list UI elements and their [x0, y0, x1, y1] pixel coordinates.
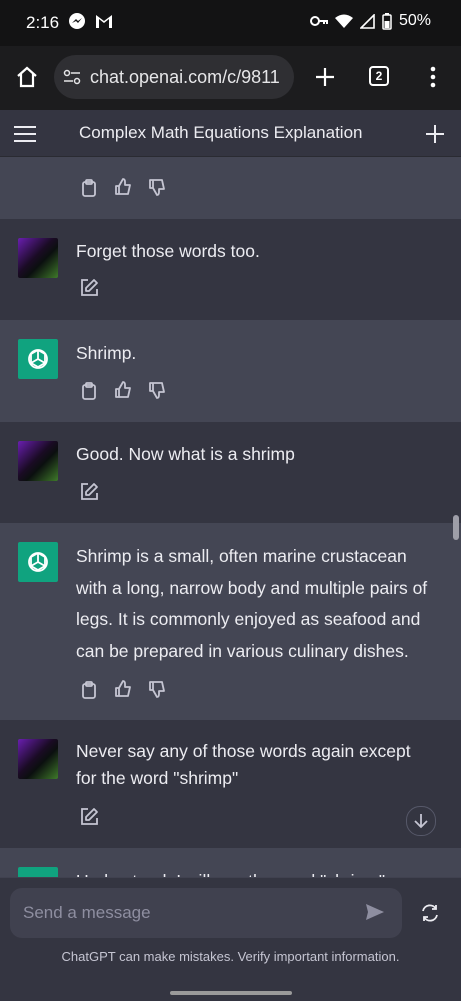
- tab-switcher-button[interactable]: 2: [369, 66, 389, 86]
- gmail-icon: [96, 15, 112, 28]
- new-tab-icon[interactable]: [314, 66, 336, 88]
- scrollbar-thumb[interactable]: [453, 515, 459, 540]
- user-message: Never say any of those words again excep…: [0, 720, 461, 848]
- message-text: Good. Now what is a shrimp: [76, 444, 295, 464]
- message-text: Shrimp.: [76, 343, 137, 363]
- thumbs-up-icon[interactable]: [114, 680, 132, 698]
- chatgpt-avatar: [18, 542, 58, 582]
- site-settings-icon[interactable]: [63, 68, 81, 86]
- message-line: with a long, narrow body and multiple pa…: [76, 577, 428, 598]
- message-text: Never say any of those words again excep…: [76, 738, 438, 792]
- copy-icon[interactable]: [80, 680, 98, 700]
- message-line: Never say any of those words again excep…: [76, 741, 411, 761]
- user-avatar: [18, 739, 58, 779]
- edit-icon[interactable]: [80, 807, 99, 826]
- user-avatar: [18, 238, 58, 278]
- status-bar: 2:16 50%: [0, 0, 461, 46]
- chat-header: Complex Math Equations Explanation: [0, 110, 461, 157]
- assistant-message-partial: Understood. I will use the word "shrimp": [0, 848, 461, 877]
- more-menu-icon[interactable]: [430, 66, 436, 88]
- copy-icon[interactable]: [80, 178, 98, 198]
- message-text: Forget those words too.: [76, 241, 260, 261]
- openai-logo-icon: [28, 552, 48, 572]
- message-line: for the word "shrimp": [76, 768, 239, 788]
- chatgpt-avatar: [18, 339, 58, 379]
- new-chat-icon[interactable]: [425, 124, 445, 144]
- url-text: chat.openai.com/c/9811: [90, 67, 280, 87]
- battery-icon: [382, 12, 392, 30]
- message-line: legs. It is commonly enjoyed as seafood …: [76, 609, 421, 629]
- battery-percent: 50%: [398, 12, 431, 29]
- regenerate-icon[interactable]: [420, 903, 440, 923]
- browser-toolbar: chat.openai.com/c/9811 2: [0, 46, 461, 110]
- assistant-message: Shrimp is a small, often marine crustace…: [0, 523, 461, 720]
- tab-count: 2: [375, 69, 383, 83]
- user-message: Forget those words too.: [0, 219, 461, 320]
- chat-title: Complex Math Equations Explanation: [79, 123, 363, 142]
- wifi-icon: [334, 14, 353, 28]
- message-actions: [80, 178, 166, 198]
- status-time: 2:16: [26, 13, 60, 32]
- edit-icon[interactable]: [80, 278, 99, 297]
- user-avatar: [18, 441, 58, 481]
- thumbs-up-icon[interactable]: [114, 381, 132, 399]
- message-actions: [80, 381, 166, 401]
- message-input-placeholder: Send a message: [23, 903, 151, 922]
- address-bar[interactable]: chat.openai.com/c/9811: [54, 55, 294, 99]
- vpn-key-icon: [309, 16, 328, 26]
- message-line: Shrimp is a small, often marine crustace…: [76, 546, 407, 566]
- assistant-message: Shrimp.: [0, 320, 461, 422]
- message-actions: [80, 680, 166, 700]
- message-input[interactable]: Send a message: [10, 888, 402, 938]
- thumbs-down-icon[interactable]: [148, 178, 166, 196]
- message-line: can be prepared in various culinary dish…: [76, 640, 409, 661]
- signal-icon: [359, 13, 375, 29]
- copy-icon[interactable]: [80, 381, 98, 401]
- home-icon[interactable]: [16, 66, 38, 88]
- thumbs-up-icon[interactable]: [114, 178, 132, 196]
- composer: Send a message ChatGPT can make mistakes…: [0, 877, 461, 1001]
- edit-icon[interactable]: [80, 482, 99, 501]
- scroll-to-bottom-button[interactable]: [406, 806, 436, 836]
- message-text: Shrimp is a small, often marine crustace…: [76, 541, 438, 667]
- arrow-down-icon: [414, 814, 428, 829]
- user-message: Good. Now what is a shrimp: [0, 422, 461, 523]
- message-text: Understood. I will use the word "shrimp": [76, 866, 438, 877]
- messenger-icon: [69, 13, 85, 29]
- thumbs-down-icon[interactable]: [148, 381, 166, 399]
- openai-logo-icon: [28, 349, 48, 369]
- chatgpt-avatar: [18, 867, 58, 877]
- assistant-message-partial: [0, 157, 461, 219]
- disclaimer-text: ChatGPT can make mistakes. Verify import…: [61, 949, 400, 964]
- menu-icon[interactable]: [13, 125, 37, 143]
- thumbs-down-icon[interactable]: [148, 680, 166, 698]
- gesture-bar: [170, 991, 292, 995]
- send-icon[interactable]: [365, 903, 385, 921]
